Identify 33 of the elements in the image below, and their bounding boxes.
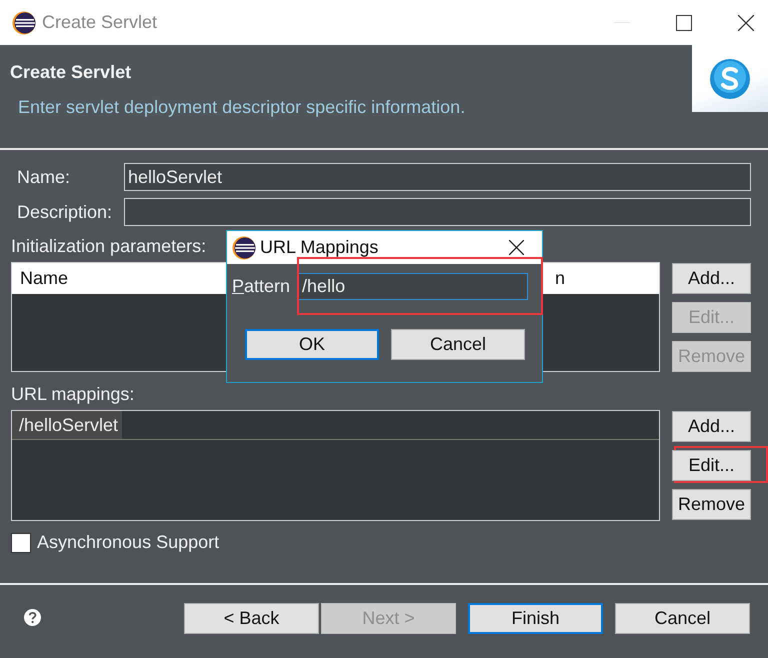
wizard-button[interactable]: Cancel (391, 329, 525, 360)
maximize-icon[interactable] (676, 14, 692, 30)
section-label: Initialization parameters: (11, 236, 206, 258)
close-icon[interactable] (509, 240, 524, 255)
section-label: URL mappings: (11, 384, 134, 406)
wizard-button[interactable]: OK (245, 329, 379, 360)
checkbox[interactable] (11, 532, 31, 552)
wizard-button[interactable]: Finish (468, 603, 603, 634)
input-field[interactable] (124, 198, 751, 226)
close-icon[interactable] (738, 14, 754, 30)
field-label: Name: (16, 166, 72, 188)
app-icon (232, 236, 256, 260)
wizard-button[interactable]: Add... (672, 411, 751, 442)
wizard-button[interactable]: Cancel (615, 603, 750, 634)
servlet-logo-icon (709, 58, 751, 100)
checkbox-label: Asynchronous Support (37, 532, 220, 553)
field-label: Pattern (232, 276, 290, 297)
input-field[interactable]: helloServlet (124, 163, 751, 191)
page-title: Create Servlet (10, 62, 132, 83)
wizard-button[interactable]: Add... (672, 263, 751, 294)
column-header[interactable]: n (547, 268, 659, 289)
field-label: Description: (16, 202, 114, 222)
input-field[interactable]: /hello (297, 273, 528, 300)
help-icon[interactable] (24, 609, 41, 626)
dialog-title: URL Mappings (260, 237, 380, 258)
list-item[interactable]: /helloServlet (12, 411, 122, 439)
column-header[interactable]: Name (12, 268, 68, 289)
window-title: Create Servlet (42, 12, 158, 33)
wizard-button[interactable]: < Back (184, 603, 319, 634)
page-description: Enter servlet deployment descriptor specific information. (18, 97, 466, 118)
wizard-button[interactable]: Remove (672, 489, 751, 520)
app-icon (12, 10, 36, 34)
wizard-button[interactable]: Edit... (672, 450, 751, 481)
